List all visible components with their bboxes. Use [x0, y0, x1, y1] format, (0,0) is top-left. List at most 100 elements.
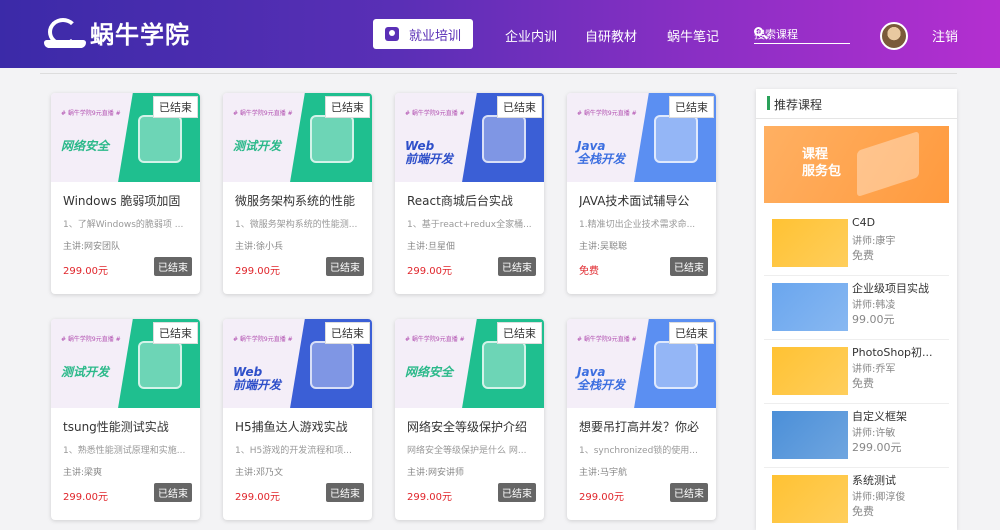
course-card[interactable]: # 蜗牛学院9元直播 # 测试开发 已结束 微服务架构系统的性能 1、微服务架构系统的性… [223, 93, 372, 294]
course-description: 网络安全等级保护是什么 网... [407, 446, 527, 456]
course-title[interactable]: React商城后台实战 [407, 192, 537, 209]
course-teacher: 主讲:邓乃文 [235, 468, 284, 478]
thumb-title: Web 前端开发 [233, 365, 282, 392]
ended-label: 已结束 [498, 257, 536, 276]
course-price: 299.00元 [235, 266, 280, 277]
panel-title: 推荐课程 [774, 98, 823, 112]
recommended-title[interactable]: 自定义框架 [852, 408, 947, 424]
recommended-item[interactable]: C4D 讲师:康宇免费 [764, 212, 949, 276]
recommended-item[interactable]: 系统测试 讲师:卿淳俊 免费 [764, 468, 949, 530]
recommended-title[interactable]: 系统测试 [852, 472, 947, 488]
course-price: 299.00元 [407, 266, 452, 277]
thumb-illustration [310, 341, 354, 389]
divider [40, 73, 957, 74]
nav-enterprise-training[interactable]: 企业内训 [505, 26, 557, 45]
course-thumbnail[interactable]: # 蜗牛学院9元直播 # Web 前端开发 已结束 [395, 93, 544, 182]
thumb-title: 网络安全 [405, 365, 454, 379]
course-title[interactable]: 网络安全等级保护介绍 [407, 418, 537, 435]
search-input[interactable]: 搜索课程 [754, 24, 850, 44]
ended-badge: 已结束 [497, 96, 542, 118]
recommended-title[interactable]: 企业级项目实战 [852, 280, 947, 296]
course-description: 1、基于react+redux全家桶... [407, 220, 532, 230]
avatar[interactable] [880, 22, 908, 50]
course-teacher: 主讲:徐小兵 [235, 242, 284, 252]
recommended-teacher: 讲师:韩凌 [852, 300, 896, 311]
recommended-price: 免费 [852, 505, 874, 518]
ended-label: 已结束 [670, 257, 708, 276]
course-thumbnail[interactable]: # 蜗牛学院9元直播 # 网络安全 已结束 [51, 93, 200, 182]
course-teacher: 主讲:吴聪聪 [579, 242, 628, 252]
course-thumbnail[interactable]: # 蜗牛学院9元直播 # Java 全栈开发 已结束 [567, 93, 716, 182]
course-thumbnail[interactable]: # 蜗牛学院9元直播 # 测试开发 已结束 [51, 319, 200, 408]
recommended-teacher: 讲师:康宇 [852, 236, 896, 247]
course-card[interactable]: # 蜗牛学院9元直播 # 网络安全 已结束 Windows 脆弱项加固 1、了解Wind… [51, 93, 200, 294]
nav-employment-training[interactable]: 就业培训 [373, 19, 473, 49]
course-card[interactable]: # 蜗牛学院9元直播 # Java 全栈开发 已结束 想要吊打高并发？你必 1、synch… [567, 319, 716, 520]
thumb-tag: # 蜗牛学院9元直播 # [61, 336, 121, 343]
thumb-tag: # 蜗牛学院9元直播 # [405, 336, 465, 343]
ended-label: 已结束 [154, 257, 192, 276]
course-card[interactable]: # 蜗牛学院9元直播 # 网络安全 已结束 网络安全等级保护介绍 网络安全等级保护是什么… [395, 319, 544, 520]
recommended-thumbnail[interactable] [772, 219, 848, 267]
service-package-banner[interactable]: 课程 服务包 [764, 126, 949, 203]
recommended-item[interactable]: PhotoShop初... 讲师:乔军 免费 [764, 340, 949, 404]
nav-notes[interactable]: 蜗牛笔记 [667, 26, 719, 45]
recommended-thumbnail[interactable] [772, 475, 848, 523]
course-thumbnail[interactable]: # 蜗牛学院9元直播 # 网络安全 已结束 [395, 319, 544, 408]
ended-label: 已结束 [154, 483, 192, 502]
recommended-price: 免费 [852, 377, 874, 390]
course-description: 1、H5游戏的开发流程和项... [235, 446, 352, 456]
accent-bar [767, 96, 770, 110]
nav-textbooks[interactable]: 自研教材 [585, 26, 637, 45]
course-price: 299.00元 [63, 266, 108, 277]
course-title[interactable]: H5捕鱼达人游戏实战 [235, 418, 365, 435]
course-title[interactable]: tsung性能测试实战 [63, 418, 193, 435]
recommended-title[interactable]: C4D [852, 216, 947, 229]
logout-link[interactable]: 注销 [932, 26, 958, 45]
search-icon[interactable] [754, 27, 763, 36]
course-price: 299.00元 [63, 492, 108, 503]
ended-badge: 已结束 [325, 96, 370, 118]
ended-label: 已结束 [670, 483, 708, 502]
course-price: 免费 [579, 266, 599, 277]
thumb-tag: # 蜗牛学院9元直播 # [233, 110, 293, 117]
ended-badge: 已结束 [153, 96, 198, 118]
thumb-title: Java 全栈开发 [577, 139, 626, 166]
course-card[interactable]: # 蜗牛学院9元直播 # Web 前端开发 已结束 H5捕鱼达人游戏实战 1、H5游戏的开… [223, 319, 372, 520]
course-thumbnail[interactable]: # 蜗牛学院9元直播 # 测试开发 已结束 [223, 93, 372, 182]
snail-logo-icon [44, 14, 86, 50]
course-teacher: 主讲:旦星佃 [407, 242, 456, 252]
recommended-item[interactable]: 自定义框架 讲师:许敏 299.00元 [764, 404, 949, 468]
thumb-title: Web 前端开发 [405, 139, 454, 166]
panel-header: 推荐课程 [756, 89, 957, 119]
thumb-title: 测试开发 [233, 139, 282, 153]
site-logo[interactable]: 蜗牛学院 [44, 12, 190, 52]
course-thumbnail[interactable]: # 蜗牛学院9元直播 # Java 全栈开发 已结束 [567, 319, 716, 408]
recommended-thumbnail[interactable] [772, 347, 848, 395]
course-thumbnail[interactable]: # 蜗牛学院9元直播 # Web 前端开发 已结束 [223, 319, 372, 408]
thumb-illustration [482, 341, 526, 389]
recommended-item[interactable]: 企业级项目实战 讲师:韩凌 99.00元 [764, 276, 949, 340]
recommended-thumbnail[interactable] [772, 283, 848, 331]
course-teacher: 主讲:马宇航 [579, 468, 628, 478]
recommended-courses-panel: 推荐课程 课程 服务包 C4D 讲师:康宇 免费 企业级项目实战 讲师:韩凌 99.00元 P… [756, 89, 957, 530]
course-card[interactable]: # 蜗牛学院9元直播 # Web 前端开发 已结束 React商城后台实战 1、基于rea… [395, 93, 544, 294]
ended-badge: 已结束 [325, 322, 370, 344]
course-title[interactable]: 微服务架构系统的性能 [235, 192, 365, 209]
recommended-thumbnail[interactable] [772, 411, 848, 459]
course-card[interactable]: # 蜗牛学院9元直播 # Java 全栈开发 已结束 JAVA技术面试辅导公 1.精准切出… [567, 93, 716, 294]
course-title[interactable]: 想要吊打高并发？你必 [579, 418, 709, 435]
course-title[interactable]: Windows 脆弱项加固 [63, 192, 193, 209]
recommended-price: 299.00元 [852, 441, 902, 454]
thumb-illustration [482, 115, 526, 163]
thumb-illustration [310, 115, 354, 163]
recommended-price: 免费 [852, 249, 874, 262]
course-card[interactable]: # 蜗牛学院9元直播 # 测试开发 已结束 tsung性能测试实战 1、熟悉性能测试原理… [51, 319, 200, 520]
thumb-tag: # 蜗牛学院9元直播 # [61, 110, 121, 117]
thumb-tag: # 蜗牛学院9元直播 # [577, 336, 637, 343]
recommended-title[interactable]: PhotoShop初... [852, 344, 947, 360]
course-title[interactable]: JAVA技术面试辅导公 [579, 192, 709, 209]
ended-label: 已结束 [326, 483, 364, 502]
thumb-title: Java 全栈开发 [577, 365, 626, 392]
ended-label: 已结束 [326, 257, 364, 276]
